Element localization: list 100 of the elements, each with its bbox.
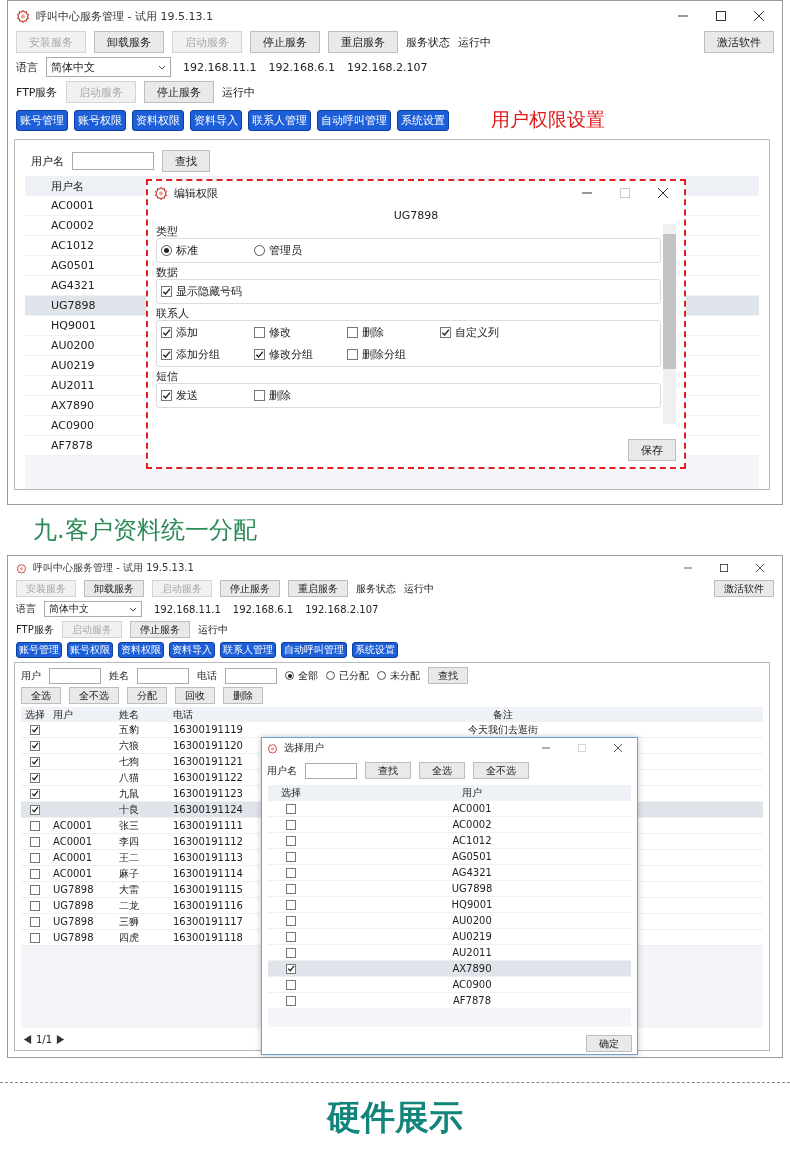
radio-label: 全部 <box>298 668 318 683</box>
table-cell: AC0002 <box>452 819 492 830</box>
ftp-label: FTP服务 <box>16 622 54 637</box>
table-cell: AU0219 <box>452 931 492 942</box>
table-cell: UG7898 <box>53 932 94 943</box>
column-header: 用户 <box>52 707 74 722</box>
table-cell: UG7898 <box>53 900 94 911</box>
table-cell: 十良 <box>119 803 139 815</box>
option-label: 删除分组 <box>362 347 406 362</box>
table-cell: 三狮 <box>119 915 139 927</box>
table-cell: 麻子 <box>119 867 139 879</box>
ip-address: 192.168.2.107 <box>305 603 379 615</box>
language-label: 语言 <box>16 59 38 75</box>
table-cell: 王二 <box>119 851 139 863</box>
user-name: UG7898 <box>392 209 440 222</box>
table-cell: UG7898 <box>53 916 94 927</box>
radio-label: 未分配 <box>390 668 420 683</box>
column-header: 选择 <box>24 707 46 722</box>
table-cell: AG0501 <box>452 851 492 862</box>
search-label: 用户名 <box>267 763 297 778</box>
table-cell: 16300191118 <box>173 932 243 943</box>
table-cell: 大雷 <box>119 883 139 895</box>
option-label: 自定义列 <box>455 325 499 340</box>
window-title: 呼叫中心服务管理 - 试用 19.5.13.1 <box>33 561 194 575</box>
option-label: 管理员 <box>269 243 302 258</box>
option-label: 删除 <box>362 325 384 340</box>
option-label: 添加 <box>176 325 198 340</box>
filter-label: 姓名 <box>109 668 129 683</box>
table-cell: AC0001 <box>53 836 93 847</box>
ftp-status: 运行中 <box>197 622 228 637</box>
table-cell: 五豹 <box>119 723 139 735</box>
column-header: 电话 <box>172 707 194 722</box>
annotation: 用户权限设置 <box>491 107 605 132</box>
table-cell: 16300191117 <box>173 916 243 927</box>
column-header: 选择 <box>279 786 302 800</box>
table-cell: 16300191122 <box>173 772 243 783</box>
status-value: 运行中 <box>404 581 434 596</box>
group-title: 联系人 <box>156 308 190 320</box>
table-cell: 八猫 <box>119 771 139 783</box>
table-cell: 四虎 <box>119 931 139 943</box>
table-cell: AC0001 <box>53 820 93 831</box>
table-cell: 16300191114 <box>173 868 243 879</box>
table-cell: 16300191116 <box>173 900 243 911</box>
table-cell: 九鼠 <box>119 787 139 799</box>
table-cell: AC0001 <box>53 852 93 863</box>
column-header: 姓名 <box>118 707 140 722</box>
group-title: 数据 <box>156 267 179 279</box>
column-header: 用户名 <box>50 178 85 194</box>
table-cell: AX7890 <box>452 963 492 974</box>
page-indicator: 1/1 <box>36 1033 53 1045</box>
status-label: 服务状态 <box>406 34 450 50</box>
table-cell: 二龙 <box>119 899 139 911</box>
group-title: 短信 <box>156 371 179 383</box>
table-cell: 七狗 <box>119 755 139 767</box>
filter-label: 电话 <box>197 668 217 683</box>
dialog-title: 编辑权限 <box>174 185 218 201</box>
table-cell: 张三 <box>119 819 139 831</box>
option-label: 删除 <box>269 388 291 403</box>
table-cell: HQ9001 <box>451 899 493 910</box>
group-title: 类型 <box>156 226 179 238</box>
ftp-label: FTP服务 <box>16 84 58 100</box>
table-cell: 李四 <box>119 835 139 847</box>
table-cell: AU0200 <box>452 915 492 926</box>
table-cell: AC0001 <box>452 803 492 814</box>
table-cell: AF7878 <box>452 995 491 1006</box>
ip-address: 192.168.2.107 <box>346 60 428 74</box>
table-cell: AC0900 <box>452 979 492 990</box>
table-cell: AU2011 <box>452 947 492 958</box>
status-value: 运行中 <box>458 34 491 50</box>
table-cell: UG7898 <box>451 883 493 894</box>
table-cell: UG7898 <box>53 884 94 895</box>
table-cell: 16300191124 <box>173 804 243 815</box>
table-cell: 16300191112 <box>173 836 243 847</box>
ip-address: 192.168.11.1 <box>183 60 257 74</box>
column-header: 用户 <box>461 786 483 800</box>
table-cell: AG4321 <box>452 867 492 878</box>
table-cell: 今天我们去逛街 <box>468 723 538 735</box>
option-label: 显示隐藏号码 <box>176 284 242 299</box>
filter-label: 用户 <box>21 668 41 683</box>
table-cell: 六狼 <box>119 739 139 751</box>
table-cell: AC1012 <box>452 835 492 846</box>
table-cell: 16300191123 <box>173 788 243 799</box>
status-label: 服务状态 <box>356 581 396 596</box>
table-cell: AC0001 <box>53 868 93 879</box>
option-label: 发送 <box>176 388 198 403</box>
section-heading: 九.客户资料统一分配 <box>32 515 258 546</box>
ip-address: 192.168.11.1 <box>154 603 221 615</box>
language-label: 语言 <box>16 602 36 616</box>
ftp-status: 运行中 <box>221 84 255 100</box>
table-cell: 16300191119 <box>173 724 243 735</box>
table-cell: 16300191113 <box>173 852 243 863</box>
table-cell: 16300191111 <box>173 820 243 831</box>
option-label: 修改 <box>269 325 291 340</box>
search-label: 用户名 <box>31 153 64 169</box>
table-cell: 16300191115 <box>173 884 243 895</box>
column-header: 备注 <box>492 707 514 722</box>
ip-address: 192.168.6.1 <box>268 60 335 74</box>
ip-address: 192.168.6.1 <box>232 603 294 615</box>
table-cell: 16300191121 <box>173 756 243 767</box>
option-label: 修改分组 <box>269 347 313 362</box>
